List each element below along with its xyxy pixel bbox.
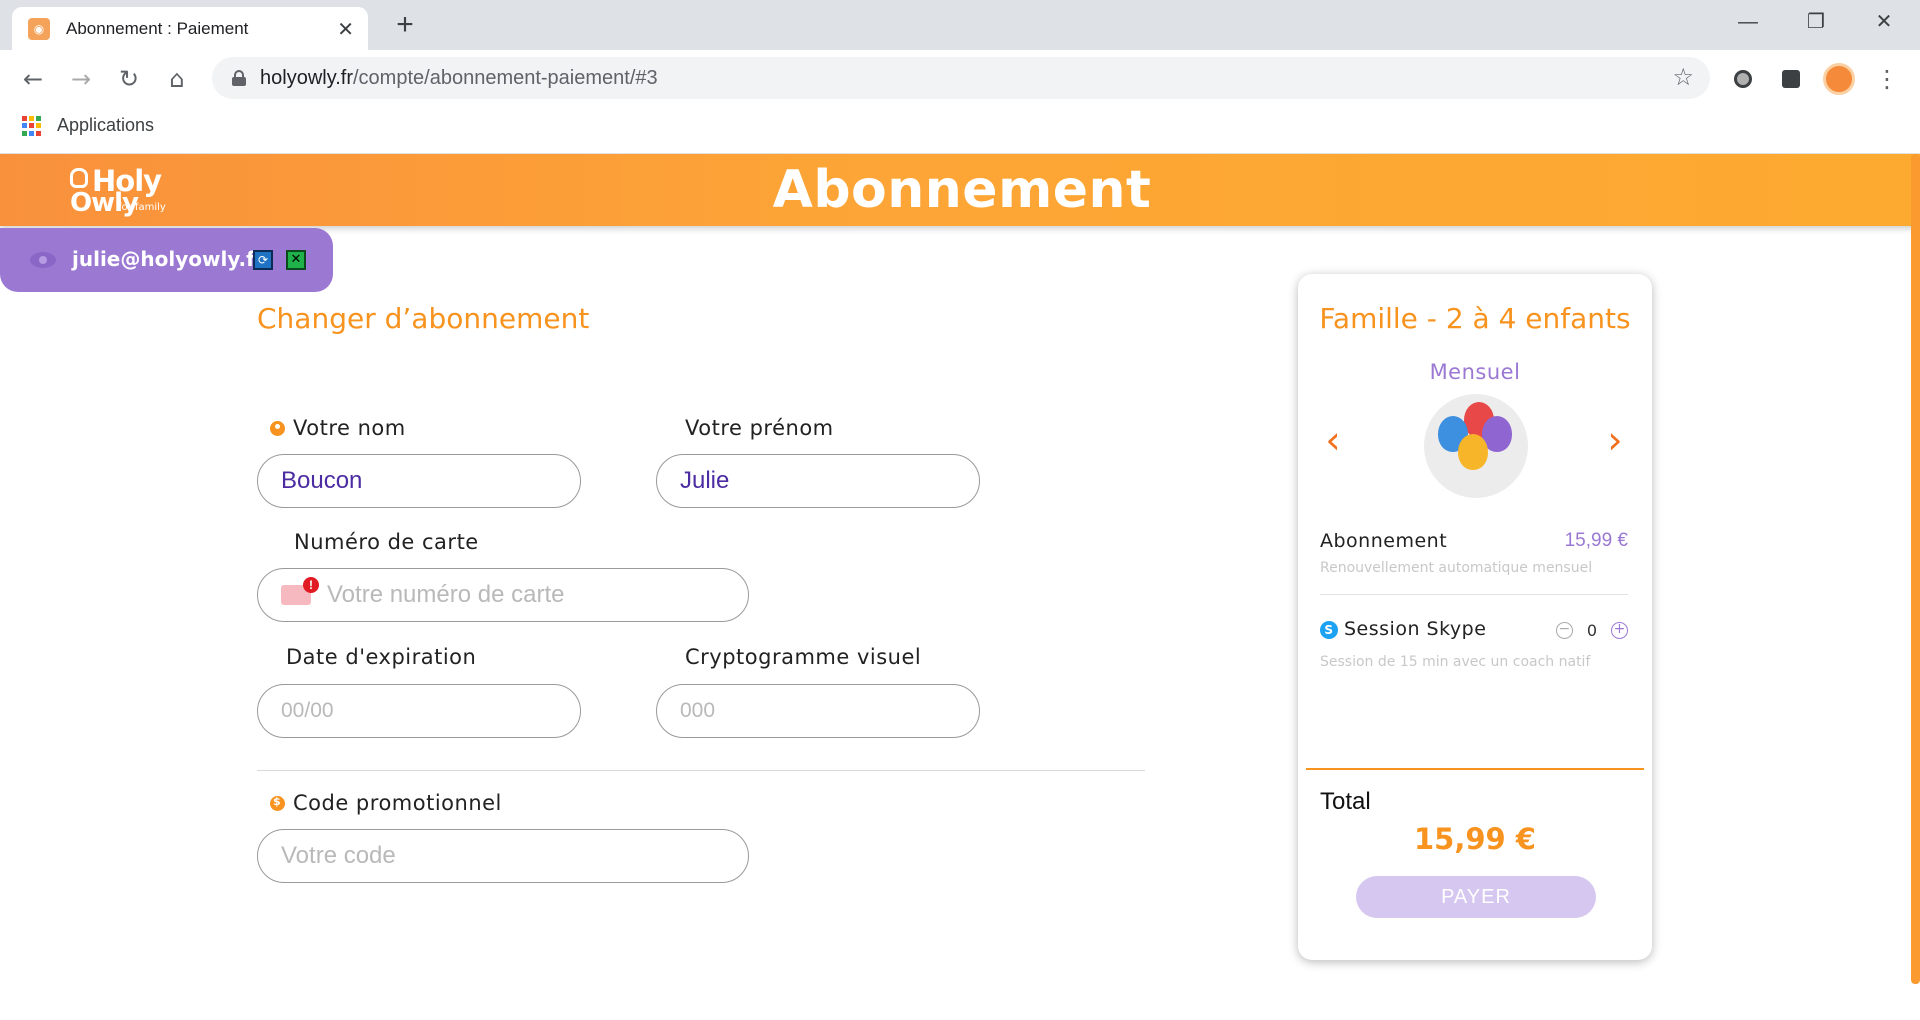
total-value: 15,99 €: [1413, 822, 1536, 856]
url-host: holyowly.fr: [260, 66, 353, 89]
bookmarks-bar: [0, 106, 1920, 154]
card-error-icon: [281, 577, 319, 605]
first-name-label: Votre prénom: [685, 416, 834, 440]
form-divider: [257, 770, 1145, 771]
section-title: Changer d’abonnement: [257, 302, 590, 335]
reload-icon[interactable]: ↻: [112, 62, 146, 96]
promo-coin-icon: [270, 795, 285, 811]
profile-avatar-icon[interactable]: [1822, 62, 1856, 96]
first-name-field[interactable]: Julie: [656, 454, 980, 508]
skype-session-line: S Session Skype Session de 15 min avec un…: [1320, 618, 1591, 670]
tab-close-icon[interactable]: ✕: [337, 17, 354, 41]
card-number-field[interactable]: Votre numéro de carte: [257, 568, 749, 622]
url-path: /compte/abonnement-paiement/#3: [353, 66, 658, 89]
page-title: Abonnement: [772, 160, 1152, 220]
address-bar[interactable]: holyowly.fr/compte/abonnement-paiement/#…: [212, 57, 1710, 99]
user-icon: [270, 420, 285, 436]
bookmark-applications[interactable]: Applications: [57, 115, 154, 136]
owl-favicon-icon: ◉: [28, 17, 50, 40]
skype-icon: S: [1320, 620, 1338, 639]
user-email: julie@holyowly.fr: [72, 247, 265, 271]
back-arrow-icon[interactable]: ←: [16, 62, 50, 96]
subscription-price: 15,99 €: [1564, 530, 1628, 551]
browser-tab[interactable]: ◉ Abonnement : Paiement ✕: [12, 7, 368, 50]
promo-code-label: Code promotionnel: [270, 791, 502, 815]
lock-icon: [232, 70, 246, 86]
browser-tab-bar: ◉ Abonnement : Paiement ✕ + — ❐ ✕: [0, 0, 1920, 50]
new-tab-button[interactable]: +: [388, 8, 422, 42]
last-name-field[interactable]: Boucon: [257, 454, 581, 508]
browser-menu-icon[interactable]: ⋮: [1870, 62, 1904, 96]
increment-icon[interactable]: +: [1611, 622, 1628, 639]
skype-quantity-stepper: − 0 +: [1555, 621, 1628, 640]
browser-toolbar: ← → ↻ ⌂ holyowly.fr/compte/abonnement-pa…: [0, 50, 1920, 106]
site-header: Holy Owly for family Abonnement: [0, 154, 1920, 226]
forward-arrow-icon[interactable]: →: [64, 62, 98, 96]
decrement-icon[interactable]: −: [1555, 622, 1573, 639]
tab-title: Abonnement : Paiement: [66, 18, 249, 38]
page-content: Holy Owly for family Abonnement julie@ho…: [0, 154, 1920, 1020]
skype-quantity: 0: [1586, 621, 1597, 640]
pay-button[interactable]: PAYER: [1356, 876, 1596, 918]
bookmark-star-icon[interactable]: ☆: [1672, 63, 1694, 91]
next-plan-arrow-icon[interactable]: ›: [1600, 420, 1630, 460]
user-session-badge: julie@holyowly.fr ⟳ ✕: [0, 228, 333, 292]
cvv-label: Cryptogramme visuel: [685, 645, 922, 669]
expiry-label: Date d'expiration: [286, 645, 477, 669]
minimize-window-button[interactable]: —: [1720, 4, 1776, 40]
summary-divider: [1320, 594, 1628, 595]
close-session-icon[interactable]: ✕: [286, 250, 306, 270]
refresh-session-icon[interactable]: ⟳: [253, 250, 273, 270]
home-icon[interactable]: ⌂: [160, 62, 194, 96]
close-window-button[interactable]: ✕: [1856, 4, 1912, 40]
eye-icon[interactable]: [30, 252, 56, 268]
subscription-line: Abonnement Renouvellement automatique me…: [1320, 530, 1593, 576]
cvv-field[interactable]: 000: [656, 684, 980, 738]
subscription-summary-card: Famille - 2 à 4 enfants Mensuel ‹ › Abon…: [1298, 274, 1652, 960]
extension-circle-icon[interactable]: [1726, 62, 1760, 96]
plan-name: Famille - 2 à 4 enfants: [1319, 302, 1631, 335]
expiry-field[interactable]: 00/00: [257, 684, 581, 738]
total-label: Total: [1320, 788, 1371, 815]
plan-period: Mensuel: [1429, 360, 1521, 384]
card-number-label: Numéro de carte: [270, 530, 1584, 668]
page-scrollbar[interactable]: [1911, 154, 1920, 984]
previous-plan-arrow-icon[interactable]: ‹: [1318, 420, 1348, 460]
restore-window-button[interactable]: ❐: [1788, 4, 1844, 40]
apps-grid-icon[interactable]: [22, 116, 42, 136]
total-divider: [1306, 768, 1644, 770]
extensions-puzzle-icon[interactable]: [1774, 62, 1808, 96]
promo-code-field[interactable]: Votre code: [257, 829, 749, 883]
last-name-label: Votre nom: [270, 416, 406, 440]
balloons-icon: [1424, 394, 1528, 498]
